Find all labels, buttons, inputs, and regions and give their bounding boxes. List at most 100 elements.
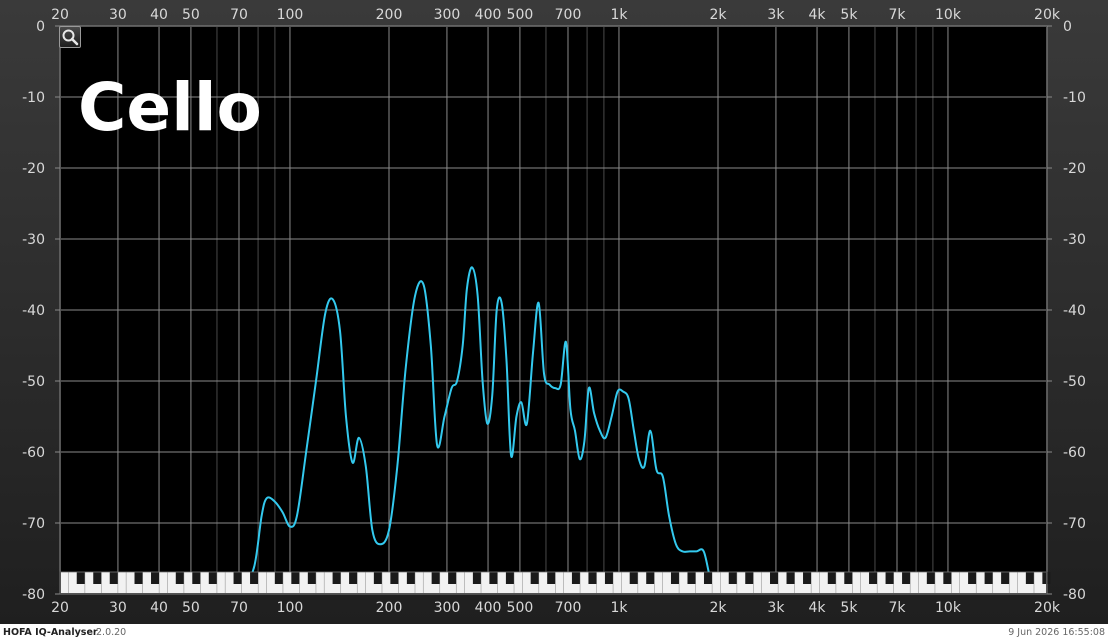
piano-black-key bbox=[373, 572, 382, 584]
x-tick-label-top: 100 bbox=[277, 7, 304, 23]
y-tick-label-right: -60 bbox=[1063, 445, 1086, 461]
y-tick-label-right: 0 bbox=[1063, 19, 1072, 35]
piano-black-key bbox=[604, 572, 613, 584]
piano-keyboard bbox=[59, 571, 1051, 595]
y-tick-label-left: -10 bbox=[22, 90, 45, 106]
x-tick-label-bottom: 5k bbox=[840, 600, 858, 616]
piano-black-key bbox=[208, 572, 217, 584]
piano-black-key bbox=[472, 572, 481, 584]
x-tick-label-bottom: 20k bbox=[1034, 600, 1061, 616]
x-tick-label-bottom: 10k bbox=[935, 600, 962, 616]
piano-black-key bbox=[571, 572, 580, 584]
x-tick-label-bottom: 200 bbox=[376, 600, 403, 616]
piano-black-key bbox=[390, 572, 399, 584]
x-tick-label-bottom: 70 bbox=[230, 600, 248, 616]
zoom-button[interactable] bbox=[59, 26, 81, 48]
y-tick-label-left: -80 bbox=[22, 587, 45, 603]
piano-black-key bbox=[291, 572, 300, 584]
x-tick-label-top: 300 bbox=[434, 7, 461, 23]
piano-black-key bbox=[869, 572, 878, 584]
x-tick-label-top: 3k bbox=[767, 7, 785, 23]
piano-black-key bbox=[885, 572, 894, 584]
status-bar: HOFA IQ-Analyser 2.0.20 9 Jun 2026 16:55… bbox=[0, 624, 1108, 642]
piano-black-key bbox=[505, 572, 514, 584]
x-tick-label-bottom: 30 bbox=[109, 600, 127, 616]
piano-black-key bbox=[93, 572, 102, 584]
y-tick-label-right: -70 bbox=[1063, 516, 1086, 532]
piano-black-key bbox=[274, 572, 283, 584]
piano-black-key bbox=[803, 572, 812, 584]
piano-black-key bbox=[588, 572, 597, 584]
piano-black-key bbox=[489, 572, 498, 584]
piano-black-key bbox=[1001, 572, 1010, 584]
piano-black-key bbox=[984, 572, 993, 584]
piano-black-key bbox=[844, 572, 853, 584]
y-tick-label-left: -50 bbox=[22, 374, 45, 390]
x-tick-label-bottom: 3k bbox=[767, 600, 785, 616]
y-tick-label-right: -10 bbox=[1063, 90, 1086, 106]
piano-black-key bbox=[547, 572, 556, 584]
piano-black-key bbox=[76, 572, 85, 584]
x-tick-label-top: 200 bbox=[376, 7, 403, 23]
y-tick-label-left: -30 bbox=[22, 232, 45, 248]
x-tick-label-bottom: 50 bbox=[182, 600, 200, 616]
piano-black-key bbox=[1025, 572, 1034, 584]
piano-black-key bbox=[687, 572, 696, 584]
y-tick-label-right: -80 bbox=[1063, 587, 1086, 603]
chart-title: Cello bbox=[78, 69, 262, 146]
piano-black-key bbox=[175, 572, 184, 584]
x-tick-label-bottom: 500 bbox=[507, 600, 534, 616]
y-tick-label-right: -30 bbox=[1063, 232, 1086, 248]
x-tick-label-top: 2k bbox=[709, 7, 727, 23]
piano-black-key bbox=[192, 572, 201, 584]
y-tick-label-right: -50 bbox=[1063, 374, 1086, 390]
x-tick-label-top: 1k bbox=[610, 7, 628, 23]
piano-black-key bbox=[134, 572, 143, 584]
x-tick-label-bottom: 7k bbox=[888, 600, 906, 616]
x-tick-label-top: 10k bbox=[935, 7, 962, 23]
x-tick-label-top: 4k bbox=[809, 7, 827, 23]
piano-black-key bbox=[703, 572, 712, 584]
x-tick-label-top: 500 bbox=[507, 7, 534, 23]
piano-black-key bbox=[745, 572, 754, 584]
piano-black-key bbox=[332, 572, 341, 584]
x-tick-label-top: 40 bbox=[150, 7, 168, 23]
piano-black-key bbox=[406, 572, 415, 584]
piano-black-key bbox=[233, 572, 242, 584]
piano-black-key bbox=[827, 572, 836, 584]
piano-black-key bbox=[109, 572, 118, 584]
x-tick-label-top: 700 bbox=[555, 7, 582, 23]
y-tick-label-left: 0 bbox=[36, 19, 45, 35]
piano-black-key bbox=[902, 572, 911, 584]
piano-black-key bbox=[926, 572, 935, 584]
piano-black-key bbox=[786, 572, 795, 584]
x-tick-label-top: 400 bbox=[475, 7, 502, 23]
x-tick-label-top: 20 bbox=[51, 7, 69, 23]
x-tick-label-bottom: 400 bbox=[475, 600, 502, 616]
piano-black-key bbox=[646, 572, 655, 584]
x-tick-label-top: 5k bbox=[840, 7, 858, 23]
piano-black-key bbox=[728, 572, 737, 584]
piano-black-key bbox=[770, 572, 779, 584]
x-tick-label-bottom: 40 bbox=[150, 600, 168, 616]
analyser-window: 20 20 30 30 40 40 50 50 70 70 100 100 200 200 300 300 40… bbox=[0, 0, 1108, 642]
y-tick-label-right: -40 bbox=[1063, 303, 1086, 319]
spectrum-chart: 20 20 30 30 40 40 50 50 70 70 100 100 200 200 300 300 40… bbox=[0, 0, 1108, 624]
piano-black-key bbox=[431, 572, 440, 584]
status-timestamp: 9 Jun 2026 16:55:08 bbox=[1008, 627, 1105, 638]
x-tick-label-top: 50 bbox=[182, 7, 200, 23]
x-tick-label-bottom: 4k bbox=[809, 600, 827, 616]
y-tick-label-left: -40 bbox=[22, 303, 45, 319]
piano-black-key bbox=[968, 572, 977, 584]
piano-black-key bbox=[448, 572, 457, 584]
x-tick-label-bottom: 100 bbox=[277, 600, 304, 616]
piano-black-key bbox=[151, 572, 160, 584]
y-tick-label-left: -70 bbox=[22, 516, 45, 532]
x-tick-label-bottom: 2k bbox=[709, 600, 727, 616]
x-tick-label-top: 30 bbox=[109, 7, 127, 23]
y-tick-label-right: -20 bbox=[1063, 161, 1086, 177]
x-tick-label-top: 7k bbox=[888, 7, 906, 23]
x-tick-label-bottom: 20 bbox=[51, 600, 69, 616]
piano-black-key bbox=[530, 572, 539, 584]
x-tick-label-bottom: 700 bbox=[555, 600, 582, 616]
